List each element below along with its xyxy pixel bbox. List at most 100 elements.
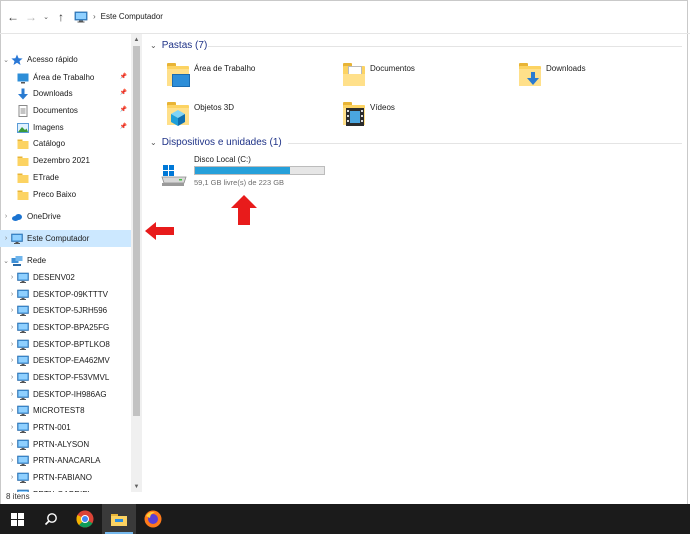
- folder-tile-area-de-trabalho[interactable]: Área de Trabalho: [163, 60, 255, 88]
- sidebar-item[interactable]: › DESKTOP-BPA25FG: [0, 319, 131, 336]
- pin-icon: 📌: [119, 107, 127, 113]
- sidebar-item-label: Documentos: [33, 106, 78, 115]
- sidebar-item[interactable]: › DESKTOP-5JRH596: [0, 302, 131, 319]
- download-icon: [17, 88, 29, 100]
- chevron-right-icon[interactable]: ›: [7, 391, 17, 398]
- sidebar-item-label: Downloads: [33, 89, 73, 98]
- sidebar-item[interactable]: Área de Trabalho 📌: [0, 69, 131, 86]
- computer-icon: [17, 455, 29, 467]
- chevron-right-icon[interactable]: ›: [7, 324, 17, 331]
- sidebar-item[interactable]: › DESKTOP-BPTLKO8: [0, 336, 131, 353]
- computer-icon: [17, 472, 29, 484]
- sidebar-item-label: Catálogo: [33, 139, 66, 148]
- sidebar-item[interactable]: › PRTN-FABIANO: [0, 469, 131, 486]
- sidebar-item[interactable]: › DESKTOP-09KTTTV: [0, 286, 131, 303]
- chevron-right-icon[interactable]: ›: [7, 424, 17, 431]
- chevron-right-icon[interactable]: ›: [7, 374, 17, 381]
- sidebar-item[interactable]: Imagens 📌: [0, 119, 131, 136]
- status-item-count: 8 itens: [6, 492, 30, 501]
- folder-icon: [17, 189, 29, 201]
- sidebar-item[interactable]: Downloads 📌: [0, 85, 131, 102]
- devices-group-title: Dispositivos e unidades (1): [161, 137, 282, 148]
- folder-label: Downloads: [546, 64, 586, 73]
- sidebar-item[interactable]: › PRTN-ALYSON: [0, 436, 131, 453]
- folder-icon: [17, 138, 29, 150]
- sidebar-item[interactable]: › DESENV02: [0, 269, 131, 286]
- sidebar-item-label: PRTN-001: [33, 423, 71, 432]
- up-arrow-icon: ↑: [58, 9, 64, 24]
- search-button[interactable]: [34, 504, 68, 534]
- sidebar-item[interactable]: › PRTN-ANACARLA: [0, 452, 131, 469]
- sidebar-item[interactable]: › DESKTOP-IH986AG: [0, 386, 131, 403]
- network-icon: [11, 255, 23, 267]
- sidebar-item[interactable]: Documentos 📌: [0, 102, 131, 119]
- scrollbar-thumb[interactable]: [133, 46, 140, 416]
- folder-tile-objetos-3d[interactable]: Objetos 3D: [163, 99, 234, 127]
- drive-name[interactable]: Disco Local (C:): [194, 155, 251, 164]
- computer-icon: [17, 439, 29, 451]
- sidebar-item[interactable]: › OneDrive: [0, 208, 131, 225]
- sidebar-item[interactable]: ⌄ Rede: [0, 252, 131, 269]
- breadcrumb-item-este-computador[interactable]: Este Computador: [101, 12, 163, 21]
- sidebar-item[interactable]: › PRTN-001: [0, 419, 131, 436]
- chevron-right-icon[interactable]: ›: [7, 407, 17, 414]
- group-divider: [288, 143, 682, 144]
- folder-tile-videos[interactable]: Vídeos: [339, 99, 395, 127]
- up-button[interactable]: ↑: [52, 8, 70, 26]
- sidebar-item[interactable]: › DESKTOP-F53VMVL: [0, 369, 131, 386]
- chevron-right-icon[interactable]: ›: [1, 235, 11, 242]
- annotation-arrow-up-icon: [231, 195, 257, 225]
- breadcrumb[interactable]: › Este Computador: [74, 6, 690, 28]
- sidebar-item[interactable]: ETrade: [0, 169, 131, 186]
- forward-button[interactable]: →: [22, 8, 40, 26]
- computer-icon: [17, 355, 29, 367]
- navigation-scrollbar[interactable]: ▲ ▼: [131, 34, 142, 492]
- chevron-right-icon[interactable]: ›: [7, 441, 17, 448]
- sidebar-item-label: DESKTOP-EA462MV: [33, 356, 110, 365]
- recent-locations-button[interactable]: ⌄: [40, 8, 52, 26]
- chevron-down-icon[interactable]: ⌄: [1, 56, 11, 64]
- folders-group-header[interactable]: ⌄ Pastas (7): [150, 40, 207, 51]
- sidebar-item[interactable]: › DESKTOP-EA462MV: [0, 352, 131, 369]
- chevron-right-icon[interactable]: ›: [7, 357, 17, 364]
- chevron-right-icon[interactable]: ›: [1, 213, 11, 220]
- scroll-up-icon[interactable]: ▲: [131, 34, 142, 45]
- computer-icon: [17, 339, 29, 351]
- taskbar-firefox[interactable]: [136, 504, 170, 534]
- drive-usage-fill: [195, 167, 290, 174]
- sidebar-item[interactable]: Catálogo: [0, 135, 131, 152]
- back-button[interactable]: ←: [4, 8, 22, 26]
- devices-group-header[interactable]: ⌄ Dispositivos e unidades (1): [150, 137, 282, 148]
- address-bar: ← → ⌄ ↑ › Este Computador: [0, 0, 690, 34]
- chevron-down-icon[interactable]: ⌄: [1, 257, 11, 265]
- 3d-objects-folder-icon: [163, 99, 191, 127]
- chevron-down-icon: ⌄: [43, 13, 49, 21]
- sidebar-item-label: Preco Baixo: [33, 190, 77, 199]
- taskbar-chrome[interactable]: [68, 504, 102, 534]
- chevron-right-icon[interactable]: ›: [7, 474, 17, 481]
- start-button[interactable]: [0, 504, 34, 534]
- taskbar-file-explorer[interactable]: [102, 504, 136, 534]
- sidebar-item[interactable]: Dezembro 2021: [0, 152, 131, 169]
- chevron-right-icon[interactable]: ›: [7, 274, 17, 281]
- sidebar-item-label: OneDrive: [27, 212, 61, 221]
- pin-icon: 📌: [119, 90, 127, 96]
- chevron-right-icon[interactable]: ›: [7, 341, 17, 348]
- local-disk-icon[interactable]: [160, 163, 188, 187]
- chevron-right-icon[interactable]: ›: [7, 307, 17, 314]
- sidebar-item[interactable]: ⌄ Acesso rápido: [0, 51, 131, 68]
- sidebar-item-label: Rede: [27, 256, 47, 265]
- chevron-right-icon[interactable]: ›: [7, 291, 17, 298]
- sidebar-item[interactable]: › MICROTEST8: [0, 402, 131, 419]
- folder-tile-downloads[interactable]: Downloads: [515, 60, 586, 88]
- sidebar-item-label: DESENV02: [33, 273, 75, 282]
- sidebar-item[interactable]: › Este Computador: [0, 230, 131, 247]
- scroll-down-icon[interactable]: ▼: [131, 481, 142, 492]
- drive-usage-bar: [194, 166, 325, 175]
- sidebar-item[interactable]: Preco Baixo: [0, 186, 131, 203]
- folder-tile-documentos[interactable]: Documentos: [339, 60, 415, 88]
- computer-icon: [11, 233, 23, 245]
- chevron-right-icon[interactable]: ›: [7, 457, 17, 464]
- sidebar-item-label: DESKTOP-BPA25FG: [33, 323, 110, 332]
- cloud-icon: [11, 211, 23, 223]
